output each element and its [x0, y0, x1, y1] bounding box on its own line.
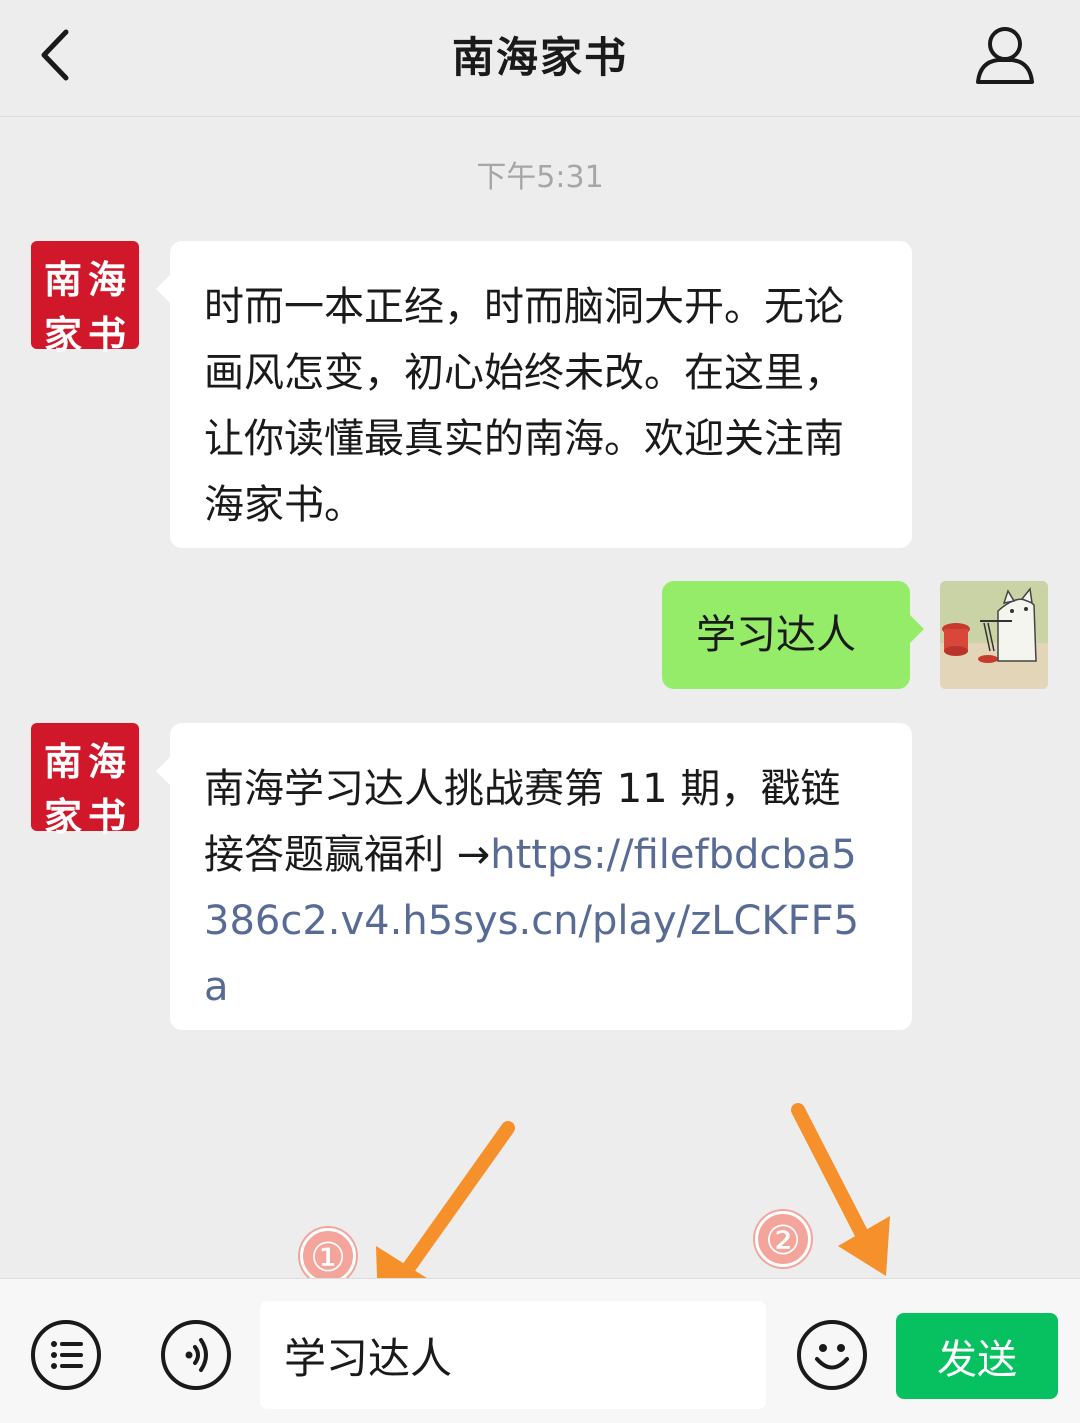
account-avatar[interactable]: 南 海 家 书: [31, 723, 139, 839]
profile-button[interactable]: [970, 20, 1040, 90]
menu-button[interactable]: [31, 1320, 101, 1390]
emoji-button[interactable]: [797, 1320, 867, 1390]
avatar-char: 家: [43, 312, 82, 357]
avatar-char: 书: [87, 312, 126, 357]
voice-icon: [185, 1338, 208, 1372]
message-input[interactable]: [260, 1301, 766, 1409]
message-timestamp: 下午5:31: [476, 160, 604, 195]
avatar-char: 南: [43, 257, 82, 302]
chat-header: 南海家书: [0, 0, 1080, 117]
chat-title: 南海家书: [451, 33, 628, 82]
avatar-char: 家: [43, 794, 82, 839]
input-bar: 发送: [0, 1278, 1080, 1423]
annotation-overlay: [376, 1103, 890, 1306]
user-avatar[interactable]: [940, 581, 1048, 689]
message-bubble-outgoing[interactable]: 学习达人: [662, 581, 924, 689]
list-icon: [51, 1341, 83, 1369]
arrow-2: [791, 1103, 890, 1276]
emoji-icon: [815, 1344, 849, 1370]
step-1-badge: ①: [300, 1228, 356, 1284]
avatar-char: 海: [87, 739, 126, 784]
account-avatar[interactable]: 南 海 家 书: [31, 241, 139, 357]
avatar-char: 南: [43, 739, 82, 784]
message-text: 学习达人: [696, 612, 856, 658]
message-text: 时而一本正经，时而脑洞大开。无论画风怎变，初心始终未改。在这里，让你读懂最真实的…: [204, 284, 844, 528]
voice-button[interactable]: [161, 1320, 231, 1390]
cat-avatar-image: [940, 581, 1048, 689]
avatar-char: 书: [87, 794, 126, 839]
message-bubble-incoming[interactable]: 南海学习达人挑战赛第 11 期，戳链接答题赢福利 →https://filefb…: [156, 723, 912, 1030]
avatar-char: 海: [87, 257, 126, 302]
message-bubble-incoming[interactable]: 时而一本正经，时而脑洞大开。无论画风怎变，初心始终未改。在这里，让你读懂最真实的…: [156, 241, 912, 548]
step-2-badge: ②: [755, 1211, 811, 1267]
send-button[interactable]: 发送: [896, 1313, 1058, 1399]
person-icon: [976, 27, 1034, 84]
